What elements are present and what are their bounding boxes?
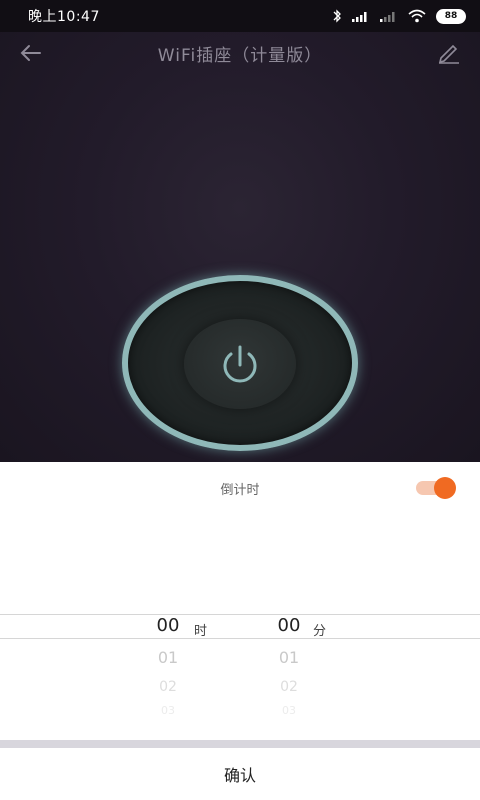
- minute-option[interactable]: 03: [259, 704, 319, 717]
- back-arrow-icon[interactable]: [18, 41, 44, 65]
- hour-option[interactable]: 01: [138, 648, 198, 667]
- battery-icon: 88: [436, 8, 466, 24]
- hour-unit: 时: [194, 624, 208, 639]
- confirm-button[interactable]: 确认: [0, 748, 480, 800]
- countdown-row: 倒计时: [0, 462, 480, 514]
- minute-option[interactable]: 02: [259, 679, 319, 695]
- power-button-container: [120, 275, 360, 455]
- countdown-label: 倒计时: [220, 482, 260, 498]
- status-icons: 88: [332, 8, 466, 24]
- page-title: WiFi插座（计量版）: [157, 45, 323, 66]
- hour-option[interactable]: 03: [138, 704, 198, 717]
- signal-weak-icon: [380, 12, 395, 22]
- minute-option[interactable]: 01: [259, 648, 319, 667]
- minute-unit: 分: [313, 624, 327, 639]
- hour-option[interactable]: 02: [138, 679, 198, 695]
- picker-top-line: [0, 614, 480, 615]
- picker-bottom-line: [0, 638, 480, 639]
- countdown-sheet: 倒计时 00 时 01 02 03 00 分 01 02 03 确认: [0, 462, 480, 800]
- minute-selected[interactable]: 00: [259, 615, 319, 636]
- status-bar: 晚上10:47 88: [0, 0, 480, 32]
- sheet-divider: [0, 740, 480, 748]
- wifi-icon: [408, 9, 426, 23]
- toggle-knob: [434, 477, 456, 499]
- hour-selected[interactable]: 00: [138, 615, 198, 636]
- status-time: 晚上10:47: [28, 9, 100, 25]
- edit-pencil-icon[interactable]: [436, 41, 462, 65]
- device-control-panel: 晚上10:47 88 WiFi插座（计量版）: [0, 0, 480, 462]
- app-header: WiFi插座（计量版）: [0, 32, 480, 74]
- battery-level: 88: [444, 11, 458, 21]
- signal-icon: [352, 12, 367, 22]
- countdown-toggle[interactable]: [416, 477, 456, 499]
- bluetooth-icon: [333, 9, 341, 23]
- power-icon[interactable]: [215, 343, 265, 389]
